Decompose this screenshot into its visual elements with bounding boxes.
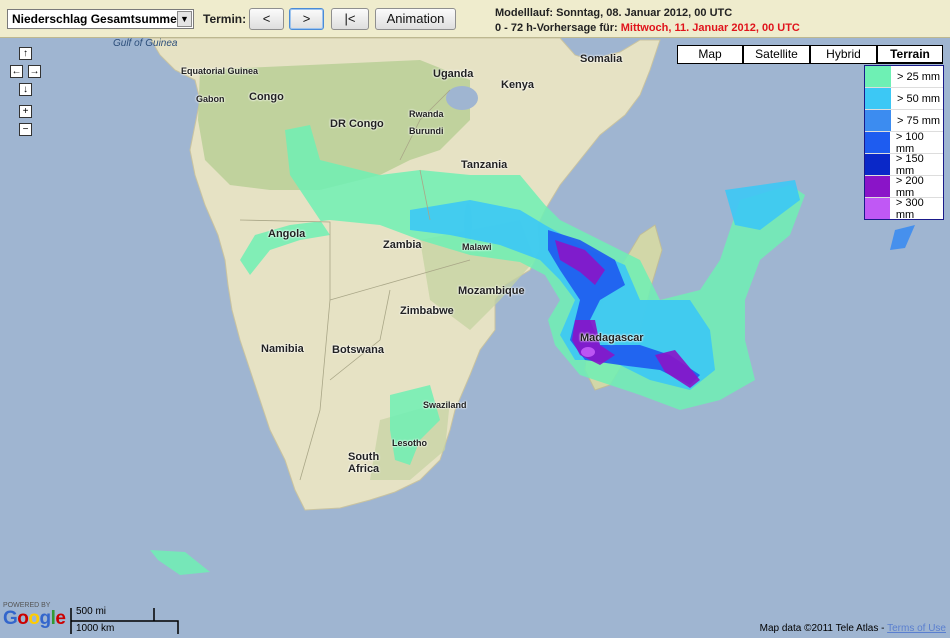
legend-row: > 150 mm: [865, 152, 943, 177]
legend-row: > 100 mm: [865, 130, 943, 155]
label-gulf-of-guinea: Gulf of Guinea: [113, 38, 178, 49]
label-botswana: Botswana: [332, 344, 384, 356]
modelrun-text: Modelllauf: Sonntag, 08. Januar 2012, 00…: [495, 7, 733, 19]
label-zimbabwe: Zimbabwe: [400, 305, 454, 317]
label-lesotho: Lesotho: [392, 438, 427, 448]
legend-label: > 150 mm: [895, 152, 924, 177]
label-somalia: Somalia: [580, 53, 623, 65]
product-select[interactable]: Niederschlag Gesamtsumme ▼: [7, 9, 194, 29]
label-zambia: Zambia: [383, 239, 422, 251]
legend-row: > 300 mm: [865, 196, 943, 221]
attribution-text: Map data ©2011 Tele Atlas -: [759, 623, 885, 634]
legend-label: > 50 mm: [897, 92, 941, 105]
zoom-out-button[interactable]: −: [19, 123, 32, 136]
label-swaziland: Swaziland: [423, 400, 467, 410]
label-uganda: Uganda: [433, 68, 474, 80]
legend-swatch: [865, 198, 890, 219]
first-button[interactable]: |<: [331, 8, 369, 30]
legend-label: > 75 mm: [897, 114, 941, 127]
label-malawi: Malawi: [462, 242, 492, 252]
legend-swatch: [865, 110, 891, 131]
label-angola: Angola: [268, 228, 306, 240]
legend-row: > 50 mm: [865, 88, 943, 110]
forecast-prefix: 0 - 72 h-Vorhersage für:: [495, 22, 618, 34]
maptype-terrain[interactable]: Terrain: [877, 45, 943, 64]
pan-right-button[interactable]: →: [28, 65, 41, 78]
pan-left-button[interactable]: ←: [10, 65, 23, 78]
lake-victoria: [446, 86, 478, 110]
map-attribution: Map data ©2011 Tele Atlas - Terms of Use: [760, 623, 946, 634]
label-namibia: Namibia: [261, 343, 304, 355]
label-madagascar: Madagascar: [580, 332, 644, 344]
legend-label: > 100 mm: [895, 130, 924, 155]
pan-down-button[interactable]: ↓: [19, 83, 32, 96]
terms-link[interactable]: Terms of Use: [887, 623, 946, 634]
next-button[interactable]: >: [289, 8, 324, 30]
pan-up-button[interactable]: ↑: [19, 47, 32, 60]
label-congo: Congo: [249, 91, 284, 103]
forecast-text: 0 - 72 h-Vorhersage für: Mittwoch, 11. J…: [495, 22, 800, 34]
label-kenya: Kenya: [501, 79, 535, 91]
label-tanzania: Tanzania: [461, 159, 508, 171]
legend-label: > 25 mm: [897, 70, 941, 83]
legend-swatch: [865, 88, 891, 109]
scale-bar: 500 mi 1000 km: [70, 606, 180, 636]
scale-mi: 500 mi: [76, 606, 107, 617]
label-mozambique: Mozambique: [458, 285, 525, 297]
legend-swatch: [865, 154, 890, 175]
label-equatorial-guinea: Equatorial Guinea: [181, 66, 259, 76]
google-logo[interactable]: Google: [3, 608, 66, 630]
map-canvas[interactable]: [0, 38, 950, 638]
legend-label: > 300 mm: [895, 196, 924, 221]
maptype-map[interactable]: Map: [677, 45, 743, 64]
prev-button[interactable]: <: [249, 8, 284, 30]
label-africa: Africa: [348, 463, 380, 475]
zoom-in-button[interactable]: +: [19, 105, 32, 118]
chevron-down-icon[interactable]: ▼: [177, 11, 192, 27]
termin-label: Termin:: [203, 12, 247, 26]
scale-km: 1000 km: [76, 623, 115, 634]
animation-button[interactable]: Animation: [375, 8, 456, 30]
precipitation-legend: > 25 mm > 50 mm > 75 mm > 100 mm > 150 mm > 2…: [864, 65, 944, 221]
legend-row: > 75 mm: [865, 110, 943, 132]
maptype-hybrid[interactable]: Hybrid: [810, 45, 877, 64]
legend-swatch: [865, 176, 890, 197]
legend-row: > 200 mm: [865, 174, 943, 199]
toolbar: Niederschlag Gesamtsumme ▼ Termin: < > |…: [0, 0, 950, 38]
product-select-value: Niederschlag Gesamtsumme: [12, 12, 177, 26]
label-dr-congo: DR Congo: [330, 118, 384, 130]
label-rwanda: Rwanda: [409, 109, 444, 119]
legend-swatch: [865, 132, 890, 153]
maptype-satellite[interactable]: Satellite: [743, 45, 810, 64]
label-burundi: Burundi: [409, 126, 444, 136]
forecast-date: Mittwoch, 11. Januar 2012, 00 UTC: [620, 22, 800, 34]
legend-label: > 200 mm: [895, 174, 924, 199]
legend-row: > 25 mm: [865, 66, 943, 88]
label-south: South: [348, 451, 380, 463]
legend-swatch: [865, 66, 891, 87]
label-gabon: Gabon: [196, 94, 225, 104]
